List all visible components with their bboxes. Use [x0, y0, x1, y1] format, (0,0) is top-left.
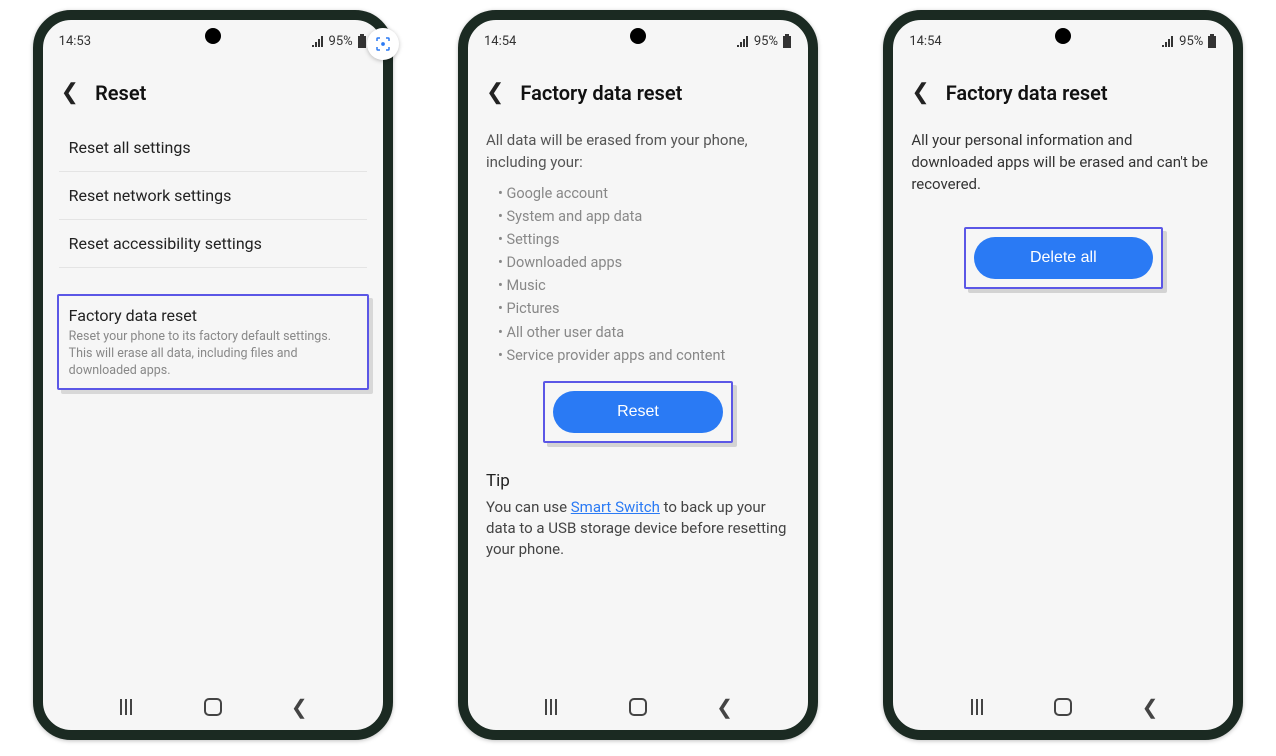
- clock-time: 14:54: [909, 34, 941, 49]
- phone-3-delete-all-screen: 14:54 95% ❮ Factory data reset All your …: [883, 10, 1243, 740]
- nav-back-button[interactable]: ❮: [705, 692, 745, 722]
- nav-home-button[interactable]: [1043, 692, 1083, 722]
- back-button[interactable]: ❮: [484, 80, 506, 106]
- reset-network-settings-item[interactable]: Reset network settings: [59, 172, 367, 220]
- bullet-item: Settings: [498, 228, 790, 251]
- delete-all-button[interactable]: Delete all: [974, 237, 1153, 279]
- reset-accessibility-settings-item[interactable]: Reset accessibility settings: [59, 220, 367, 268]
- page-title: Factory data reset: [946, 81, 1108, 105]
- clock-time: 14:53: [59, 34, 91, 49]
- warning-text: All your personal information and downlo…: [893, 124, 1233, 201]
- back-button[interactable]: ❮: [59, 80, 81, 106]
- back-button[interactable]: ❮: [909, 80, 931, 106]
- phone-1-reset-screen: 14:53 95% ❮ Reset Reset all settings Res…: [33, 10, 393, 740]
- phone-2-factory-reset-screen: 14:54 95% ❮ Factory data reset All data …: [458, 10, 818, 740]
- battery-icon: [1207, 34, 1217, 49]
- nav-home-button[interactable]: [618, 692, 658, 722]
- smart-switch-link[interactable]: Smart Switch: [571, 498, 660, 516]
- factory-reset-title: Factory data reset: [69, 306, 357, 325]
- nav-bar: ❮: [468, 684, 808, 730]
- tip-text: You can use Smart Switch to back up your…: [468, 497, 808, 560]
- battery-percent: 95%: [329, 34, 353, 49]
- bullet-item: All other user data: [498, 321, 790, 344]
- bullet-item: Downloaded apps: [498, 251, 790, 274]
- battery-percent: 95%: [754, 34, 778, 49]
- nav-bar: ❮: [893, 684, 1233, 730]
- nav-back-button[interactable]: ❮: [1130, 692, 1170, 722]
- erase-intro-text: All data will be erased from your phone,…: [468, 124, 808, 180]
- page-title: Reset: [95, 81, 146, 105]
- reset-button[interactable]: Reset: [553, 391, 723, 433]
- reset-button-highlight: Reset: [543, 381, 733, 443]
- nav-back-button[interactable]: ❮: [279, 692, 319, 722]
- bullet-item: Service provider apps and content: [498, 344, 790, 367]
- bullet-item: Music: [498, 274, 790, 297]
- nav-recents-button[interactable]: [957, 692, 997, 722]
- battery-icon: [782, 34, 792, 49]
- bullet-item: Pictures: [498, 297, 790, 320]
- reset-all-settings-item[interactable]: Reset all settings: [59, 124, 367, 172]
- tip-heading: Tip: [468, 443, 808, 497]
- signal-icon: [736, 34, 750, 49]
- factory-reset-subtitle: Reset your phone to its factory default …: [69, 329, 357, 380]
- battery-percent: 95%: [1179, 34, 1203, 49]
- signal-icon: [311, 34, 325, 49]
- battery-icon: [357, 34, 367, 49]
- bixby-vision-icon[interactable]: [367, 28, 399, 60]
- clock-time: 14:54: [484, 34, 516, 49]
- bullet-item: Google account: [498, 182, 790, 205]
- front-camera-icon: [205, 28, 221, 44]
- erase-bullet-list: Google account System and app data Setti…: [468, 180, 808, 374]
- nav-recents-button[interactable]: [531, 692, 571, 722]
- nav-recents-button[interactable]: [106, 692, 146, 722]
- front-camera-icon: [1055, 28, 1071, 44]
- nav-home-button[interactable]: [193, 692, 233, 722]
- factory-data-reset-item[interactable]: Factory data reset Reset your phone to i…: [57, 294, 369, 390]
- page-title: Factory data reset: [520, 81, 682, 105]
- nav-bar: ❮: [43, 684, 383, 730]
- signal-icon: [1161, 34, 1175, 49]
- bullet-item: System and app data: [498, 205, 790, 228]
- delete-all-button-highlight: Delete all: [964, 227, 1163, 289]
- front-camera-icon: [630, 28, 646, 44]
